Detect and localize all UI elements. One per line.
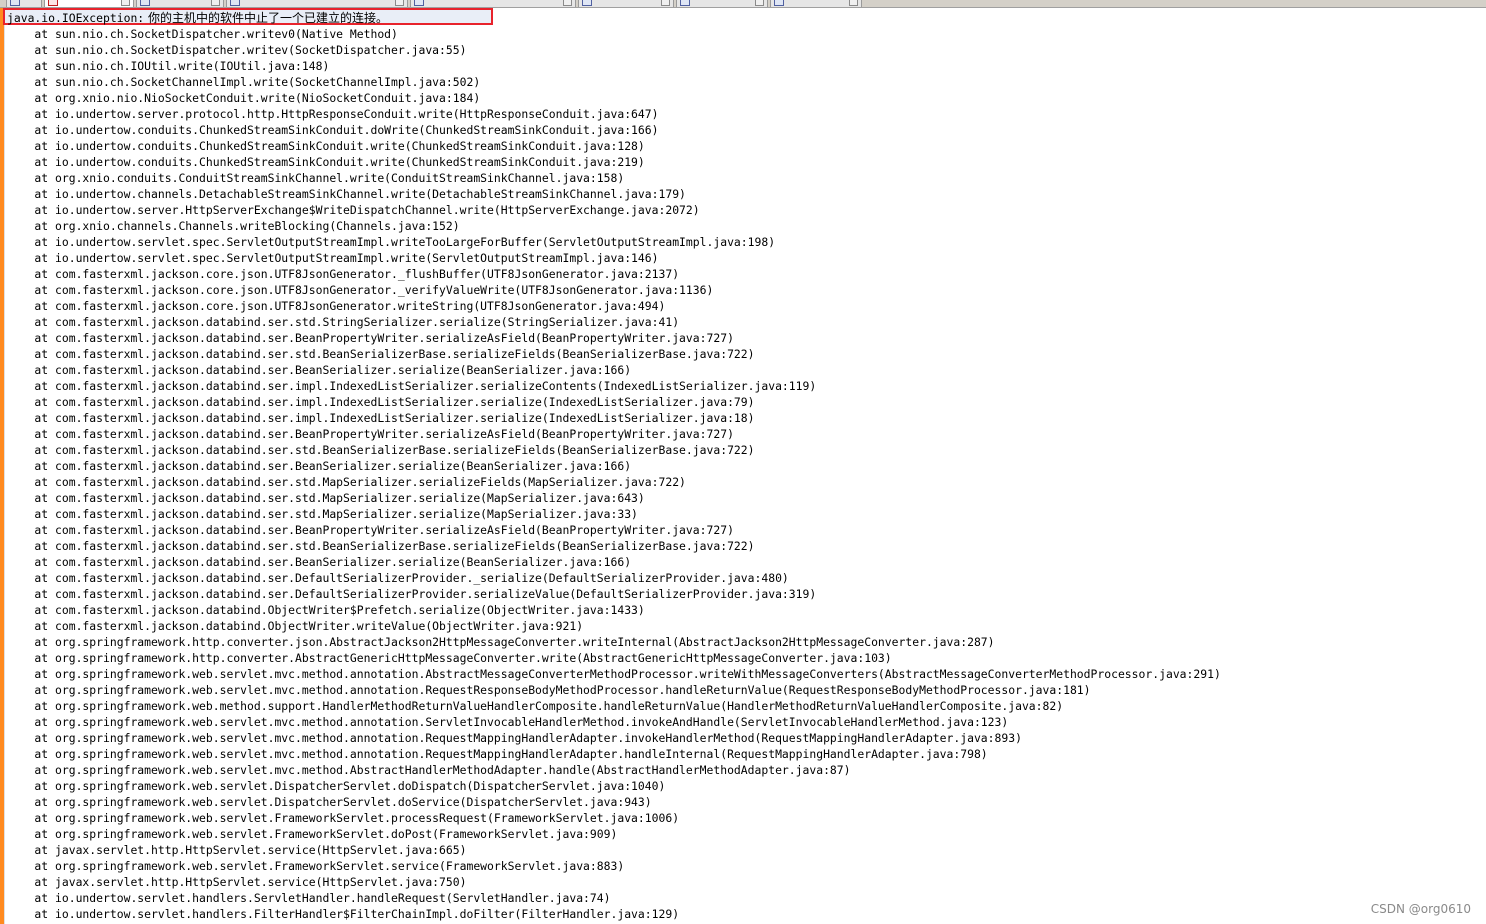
stack-frame-line: at com.fasterxml.jackson.databind.ser.De… [7,587,817,601]
watermark: CSDN @org0610 [1370,902,1471,916]
stack-frame-line: at sun.nio.ch.SocketChannelImpl.write(So… [7,75,481,89]
text-editor[interactable]: java.io.IOException: 你的主机中的软件中止了一个已建立的连接… [0,8,1486,924]
stack-frame-line: at javax.servlet.http.HttpServlet.servic… [7,875,467,889]
editor-tab[interactable] [6,0,42,7]
stack-frame-line: at io.undertow.conduits.ChunkedStreamSin… [7,123,659,137]
editor-tab-active[interactable] [44,0,134,7]
stack-frame-line: at com.fasterxml.jackson.core.json.UTF8J… [7,299,666,313]
stack-frame-line: at org.springframework.web.servlet.mvc.m… [7,667,1221,681]
stack-frame-line: at com.fasterxml.jackson.databind.ser.st… [7,539,755,553]
stack-frame-line: at org.xnio.channels.Channels.writeBlock… [7,219,460,233]
editor-tab-bar [0,0,1486,8]
stack-frame-line: at org.springframework.web.servlet.mvc.m… [7,763,851,777]
stack-frame-line: at com.fasterxml.jackson.databind.ser.Be… [7,555,632,569]
editor-tab[interactable] [578,0,674,7]
editor-tab[interactable] [226,0,408,7]
exception-highlight-box: java.io.IOException: 你的主机中的软件中止了一个已建立的连接… [3,8,493,25]
file-icon [48,0,58,6]
close-icon[interactable] [211,0,220,6]
editor-tab[interactable] [136,0,224,7]
stack-frame-line: at org.springframework.http.converter.js… [7,635,995,649]
stack-frame-line: at io.undertow.channels.DetachableStream… [7,187,686,201]
stack-frame-line: at com.fasterxml.jackson.databind.Object… [7,619,584,633]
stack-frame-line: at com.fasterxml.jackson.databind.ser.st… [7,491,645,505]
stack-frame-line: at sun.nio.ch.SocketDispatcher.writev0(N… [7,27,398,41]
exception-message: 你的主机中的软件中止了一个已建立的连接。 [144,11,388,25]
stack-frame-line: at io.undertow.servlet.handlers.FilterHa… [7,907,680,921]
stack-frame-line: at io.undertow.servlet.spec.ServletOutpu… [7,251,659,265]
stack-frame-line: at org.xnio.conduits.ConduitStreamSinkCh… [7,171,625,185]
stack-frame-line: at javax.servlet.http.HttpServlet.servic… [7,843,467,857]
editor-tab[interactable] [410,0,576,7]
stack-frame-line: at com.fasterxml.jackson.databind.ser.Be… [7,363,632,377]
stack-frame-line: at io.undertow.conduits.ChunkedStreamSin… [7,139,645,153]
file-icon [414,0,424,6]
stack-frame-line: at org.springframework.web.servlet.Dispa… [7,795,652,809]
stack-frame-line: at org.springframework.web.servlet.Dispa… [7,779,666,793]
editor-tab[interactable] [770,0,862,7]
file-icon [10,0,20,6]
stack-frame-line: at com.fasterxml.jackson.databind.ser.st… [7,507,638,521]
stack-frame-line: at com.fasterxml.jackson.databind.ser.st… [7,315,680,329]
close-icon[interactable] [395,0,404,6]
file-icon [230,0,240,6]
stack-frame-line: at io.undertow.servlet.spec.ServletOutpu… [7,235,776,249]
stack-frame-line: at sun.nio.ch.SocketDispatcher.writev(So… [7,43,467,57]
stack-frame-line: at com.fasterxml.jackson.databind.ser.st… [7,475,686,489]
stack-frame-line: at com.fasterxml.jackson.databind.ser.im… [7,395,755,409]
file-icon [140,0,150,6]
file-icon [680,0,690,6]
stack-frame-line: at org.springframework.web.servlet.mvc.m… [7,715,1009,729]
stack-frame-line: at org.springframework.web.servlet.mvc.m… [7,683,1091,697]
stack-frame-line: at sun.nio.ch.IOUtil.write(IOUtil.java:1… [7,59,330,73]
stack-frame-line: at com.fasterxml.jackson.databind.ser.Be… [7,427,734,441]
stack-frame-line: at com.fasterxml.jackson.databind.ser.im… [7,411,755,425]
stack-frame-line: at io.undertow.server.protocol.http.Http… [7,107,659,121]
file-icon [582,0,592,6]
stack-frame-line: at com.fasterxml.jackson.core.json.UTF8J… [7,267,680,281]
stack-frame-line: at org.xnio.nio.NioSocketConduit.write(N… [7,91,481,105]
stack-frame-line: at com.fasterxml.jackson.databind.ser.st… [7,347,755,361]
stack-frame-line: at com.fasterxml.jackson.databind.Object… [7,603,645,617]
stack-frame-line: at com.fasterxml.jackson.databind.ser.Be… [7,459,632,473]
stack-frame-line: at io.undertow.server.HttpServerExchange… [7,203,700,217]
stack-frame-line: at org.springframework.web.servlet.mvc.m… [7,747,988,761]
stack-frame-line: at com.fasterxml.jackson.databind.ser.im… [7,379,817,393]
stack-frame-line: at com.fasterxml.jackson.databind.ser.Be… [7,331,734,345]
stack-frame-line: at com.fasterxml.jackson.databind.ser.Be… [7,523,734,537]
stack-frame-line: at org.springframework.web.method.suppor… [7,699,1064,713]
stack-frame-line: at org.springframework.web.servlet.Frame… [7,859,625,873]
close-icon[interactable] [563,0,572,6]
gutter-divider [4,8,5,924]
stack-frame-line: at org.springframework.web.servlet.Frame… [7,811,680,825]
stack-frame-line: at com.fasterxml.jackson.core.json.UTF8J… [7,283,714,297]
stack-frame-line: at io.undertow.servlet.handlers.ServletH… [7,891,611,905]
close-icon[interactable] [661,0,670,6]
close-icon[interactable] [849,0,858,6]
file-icon [774,0,784,6]
stack-frame-line: at com.fasterxml.jackson.databind.ser.st… [7,443,755,457]
stack-frame-line: at org.springframework.http.converter.Ab… [7,651,892,665]
stack-frame-line: at org.springframework.web.servlet.Frame… [7,827,618,841]
exception-line: java.io.IOException: 你的主机中的软件中止了一个已建立的连接… [7,10,388,26]
stack-frame-line: at com.fasterxml.jackson.databind.ser.De… [7,571,789,585]
editor-tab[interactable] [676,0,768,7]
close-icon[interactable] [755,0,764,6]
exception-class: java.io.IOException: [7,11,145,25]
close-icon[interactable] [121,0,130,6]
stack-frame-line: at org.springframework.web.servlet.mvc.m… [7,731,1022,745]
stack-frame-line: at io.undertow.conduits.ChunkedStreamSin… [7,155,645,169]
